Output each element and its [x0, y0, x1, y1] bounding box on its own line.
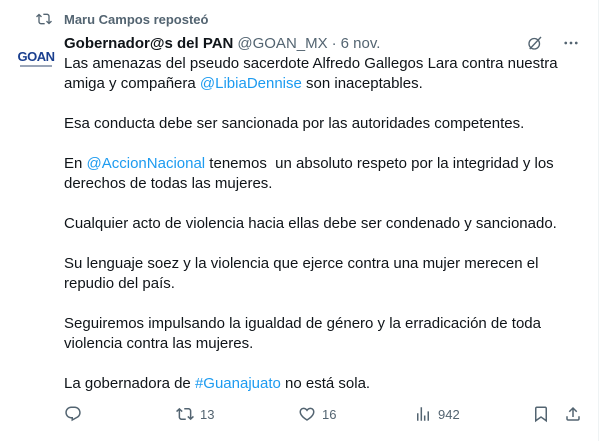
- repost-button[interactable]: 13: [176, 402, 214, 426]
- tweet-text-p1b: son inaceptables.: [301, 75, 423, 92]
- reply-icon: [65, 406, 81, 422]
- bookmark-button[interactable]: [532, 402, 550, 426]
- repost-icon: [36, 13, 52, 25]
- tweet-text-p5: Su lenguaje soez y la violencia que ejer…: [64, 255, 543, 292]
- tweet-date[interactable]: 6 nov.: [341, 35, 381, 52]
- views-button[interactable]: 942: [414, 402, 460, 426]
- author-handle[interactable]: @GOAN_MX: [237, 35, 327, 52]
- tweet-text: Las amenazas del pseudo sacerdote Alfred…: [64, 54, 580, 394]
- repost-action-icon: [176, 407, 194, 421]
- tweet-content: Gobernador@s del PAN @GOAN_MX · 6 nov. L…: [64, 32, 580, 394]
- like-count: 16: [322, 406, 337, 422]
- avatar-logo: GOAN: [17, 48, 56, 64]
- reply-button[interactable]: [64, 402, 88, 426]
- header-separator: ·: [331, 34, 337, 52]
- tweet-header: Gobernador@s del PAN @GOAN_MX · 6 nov.: [64, 32, 580, 54]
- tweet-card[interactable]: Maru Campos reposteó GOAN Gobernador@s d…: [0, 0, 606, 441]
- like-button[interactable]: 16: [298, 402, 336, 426]
- repost-context[interactable]: Maru Campos reposteó: [36, 9, 208, 29]
- action-bar: 13 16 942: [64, 402, 584, 426]
- views-count: 942: [438, 406, 460, 422]
- mention-accionnacional[interactable]: @AccionNacional: [87, 155, 206, 172]
- tweet-text-p4: Cualquier acto de violencia hacia ellas …: [64, 215, 557, 232]
- tweet-text-p3a: En: [64, 155, 87, 172]
- share-icon: [566, 406, 580, 421]
- repost-label: Maru Campos reposteó: [64, 11, 209, 27]
- tweet-text-p2: Esa conducta debe ser sancionada por las…: [64, 115, 525, 132]
- author-name[interactable]: Gobernador@s del PAN: [64, 35, 233, 52]
- column-divider: [598, 0, 599, 441]
- avatar-logo-underline: [20, 64, 52, 67]
- hashtag-guanajuato[interactable]: #Guanajuato: [195, 375, 281, 392]
- heart-icon: [299, 407, 315, 421]
- tweet-text-p6: Seguiremos impulsando la igualdad de gén…: [64, 315, 546, 352]
- views-chart-icon: [417, 407, 429, 421]
- repost-count: 13: [200, 406, 215, 422]
- header-icons: [526, 32, 580, 54]
- mention-libiadennise[interactable]: @LibiaDennise: [200, 75, 302, 92]
- tweet-text-p7b: no está sola.: [280, 375, 371, 392]
- grok-icon[interactable]: [526, 34, 544, 52]
- share-button[interactable]: [564, 402, 582, 426]
- avatar[interactable]: GOAN: [16, 38, 56, 78]
- bookmark-icon: [535, 406, 547, 423]
- more-options-icon[interactable]: [562, 34, 580, 52]
- tweet-text-p7a: La gobernadora de: [64, 375, 195, 392]
